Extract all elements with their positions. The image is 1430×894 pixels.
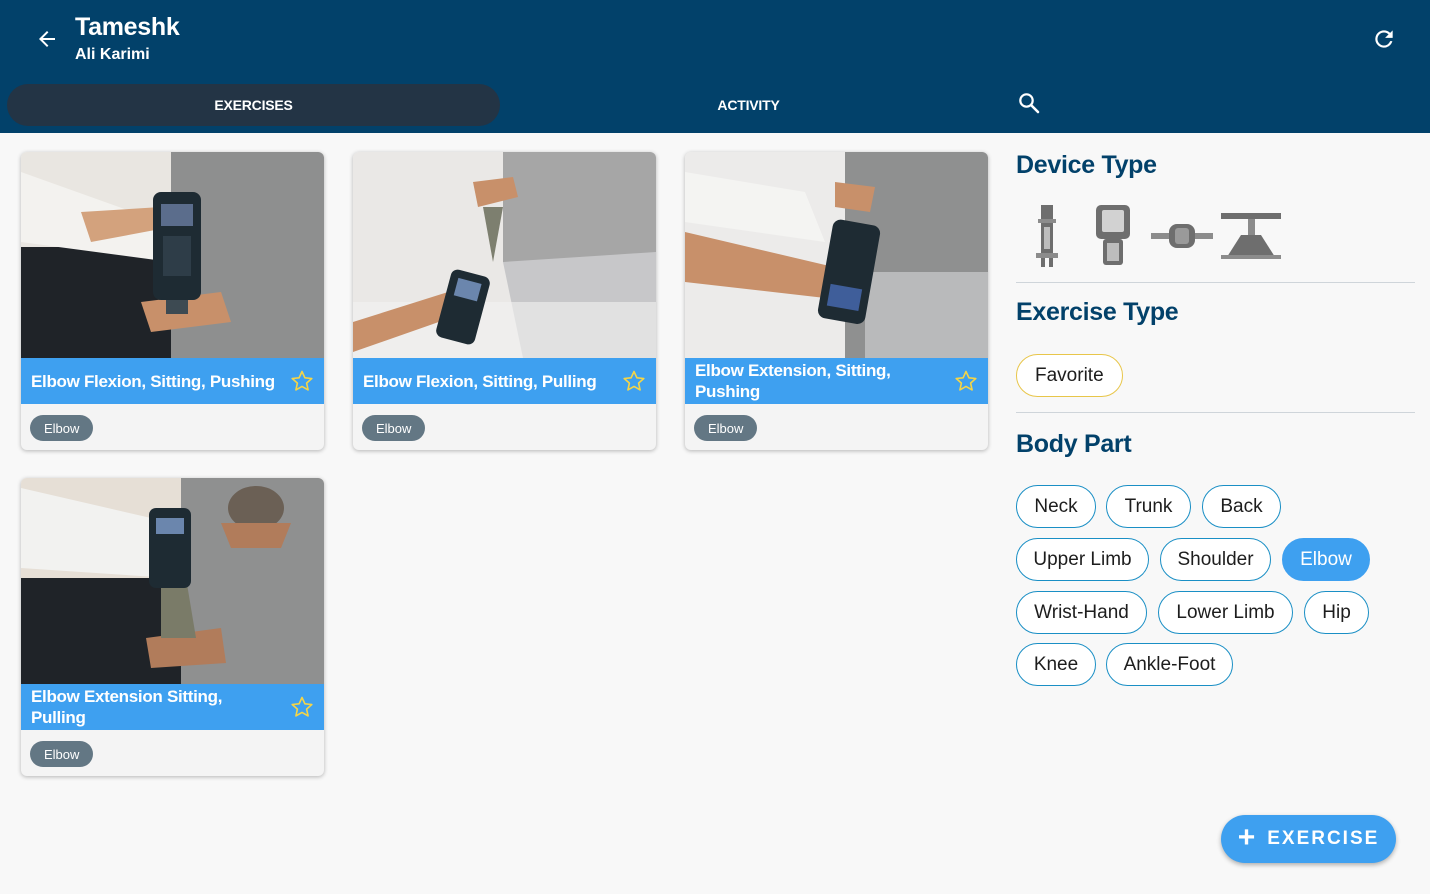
device-type-heading: Device Type <box>1016 151 1157 179</box>
exercise-title-bar: Elbow Extension, Sitting, Pushing <box>685 358 988 404</box>
add-exercise-label: EXERCISE <box>1267 828 1380 849</box>
chip-trunk[interactable]: Trunk <box>1106 485 1191 528</box>
search-icon <box>1019 93 1040 114</box>
star-icon[interactable] <box>622 369 646 393</box>
exercise-title: Elbow Extension Sitting, Pulling <box>31 687 223 727</box>
exercise-title: Elbow Extension, Sitting, Pushing <box>695 361 891 401</box>
search-button[interactable] <box>1012 86 1046 120</box>
app-subtitle: Ali Karimi <box>75 46 150 63</box>
exercise-card[interactable]: Elbow Extension, Sitting, Pushing Elbow <box>685 152 988 450</box>
app-title: Tameshk <box>75 13 180 41</box>
dynamometer-platform-icon[interactable] <box>1220 204 1282 268</box>
body-part-tag: Elbow <box>30 741 94 767</box>
exercise-photo <box>21 152 324 358</box>
exercise-photo <box>353 152 656 358</box>
plus-icon: + <box>1237 820 1256 854</box>
exercise-card[interactable]: Elbow Flexion, Sitting, Pulling Elbow <box>353 152 656 450</box>
chip-elbow[interactable]: Elbow <box>1282 538 1370 581</box>
star-icon[interactable] <box>290 369 314 393</box>
back-button[interactable] <box>30 22 64 56</box>
chip-knee[interactable]: Knee <box>1016 643 1096 686</box>
exercise-photo <box>685 152 988 358</box>
exercise-card[interactable]: Elbow Flexion, Sitting, Pushing Elbow <box>21 152 324 450</box>
refresh-button[interactable] <box>1367 22 1401 56</box>
chip-hip[interactable]: Hip <box>1304 591 1369 634</box>
body-part-heading: Body Part <box>1016 430 1132 458</box>
dynamometer-grip-icon[interactable] <box>1092 204 1134 268</box>
tab-activity[interactable]: ACTIVITY <box>500 84 997 126</box>
body-part-tag: Elbow <box>362 415 426 441</box>
body-part-tag: Elbow <box>30 415 94 441</box>
chip-ankle-foot[interactable]: Ankle-Foot <box>1106 643 1233 686</box>
tab-activity-label: ACTIVITY <box>717 97 780 113</box>
star-icon[interactable] <box>290 695 314 719</box>
star-icon[interactable] <box>954 369 978 393</box>
divider <box>1016 282 1415 283</box>
divider <box>1016 412 1415 413</box>
chip-wrist-hand[interactable]: Wrist-Hand <box>1016 591 1147 634</box>
chip-upper-limb[interactable]: Upper Limb <box>1016 538 1149 581</box>
tab-exercises[interactable]: EXERCISES <box>7 84 500 126</box>
tab-exercises-label: EXERCISES <box>214 97 293 113</box>
chip-shoulder[interactable]: Shoulder <box>1160 538 1271 581</box>
chip-favorite[interactable]: Favorite <box>1016 354 1123 397</box>
chip-neck[interactable]: Neck <box>1016 485 1096 528</box>
chip-back[interactable]: Back <box>1202 485 1281 528</box>
exercise-title-bar: Elbow Flexion, Sitting, Pulling <box>353 358 656 404</box>
exercise-card[interactable]: Elbow Extension Sitting, Pulling Elbow <box>21 478 324 776</box>
add-exercise-button[interactable]: + EXERCISE <box>1221 815 1396 863</box>
body-part-tag: Elbow <box>694 415 758 441</box>
exercise-title: Elbow Flexion, Sitting, Pulling <box>363 371 597 391</box>
refresh-icon <box>1375 30 1393 48</box>
exercise-title-bar: Elbow Flexion, Sitting, Pushing <box>21 358 324 404</box>
exercise-photo <box>21 478 324 684</box>
dynamometer-inline-icon[interactable] <box>1150 204 1214 268</box>
app-bar: Tameshk Ali Karimi EXERCISES ACTIVITY <box>0 0 1430 133</box>
exercise-title-bar: Elbow Extension Sitting, Pulling <box>21 684 324 730</box>
arrow-left-icon <box>39 31 55 47</box>
exercise-title: Elbow Flexion, Sitting, Pushing <box>31 371 275 391</box>
dynamometer-handheld-icon[interactable] <box>1026 204 1066 268</box>
exercise-type-heading: Exercise Type <box>1016 298 1179 326</box>
chip-lower-limb[interactable]: Lower Limb <box>1158 591 1293 634</box>
